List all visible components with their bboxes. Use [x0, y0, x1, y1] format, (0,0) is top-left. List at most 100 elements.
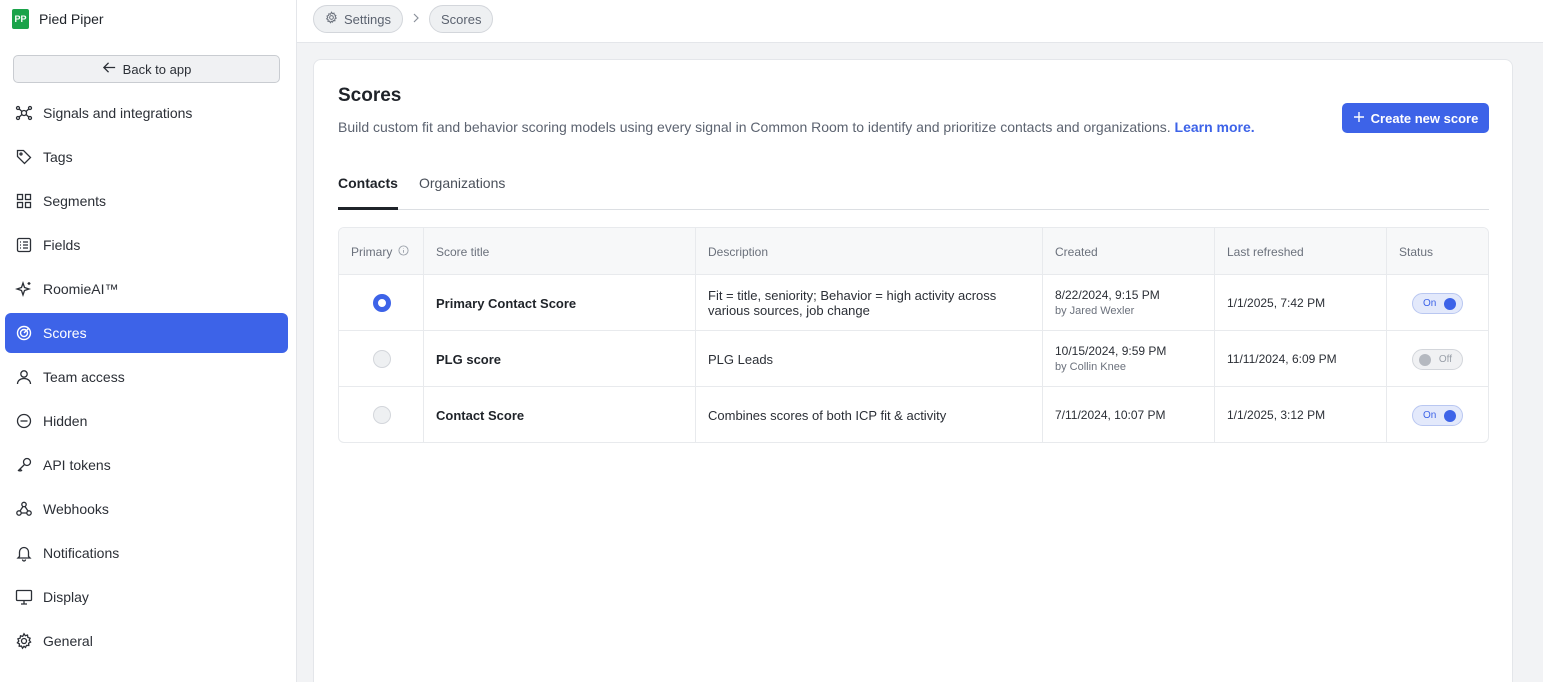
column-primary-label: Primary: [351, 245, 393, 259]
breadcrumb-scores[interactable]: Scores: [429, 5, 494, 33]
sidebar-item-label: RoomieAI™: [43, 281, 119, 297]
page-title: Scores: [338, 85, 402, 106]
hidden-icon: [15, 412, 33, 430]
grid-icon: [15, 192, 33, 210]
table-header: Primary Score title Description Created …: [339, 228, 1488, 275]
signals-icon: [15, 104, 33, 122]
back-to-app-button[interactable]: Back to app: [13, 55, 280, 83]
chevron-right-icon: [410, 11, 422, 25]
sidebar-item-team-access[interactable]: Team access: [5, 357, 288, 397]
info-icon[interactable]: [398, 245, 409, 259]
sidebar-item-notifications[interactable]: Notifications: [5, 533, 288, 573]
status-toggle[interactable]: Off: [1412, 349, 1463, 370]
gear-icon: [325, 11, 338, 27]
status-toggle-label: On: [1423, 298, 1437, 309]
column-description: Description: [708, 245, 769, 259]
created-cell: 8/22/2024, 9:15 PM by Jared Wexler: [1055, 288, 1160, 317]
sidebar-item-api-tokens[interactable]: API tokens: [5, 445, 288, 485]
created-cell: 10/15/2024, 9:59 PM by Collin Knee: [1055, 344, 1166, 373]
sidebar-item-hidden[interactable]: Hidden: [5, 401, 288, 441]
sidebar-item-scores[interactable]: Scores: [5, 313, 288, 353]
sidebar-item-fields[interactable]: Fields: [5, 225, 288, 265]
back-to-app-label: Back to app: [122, 61, 192, 77]
key-icon: [15, 456, 33, 474]
last-refreshed: 11/11/2024, 6:09 PM: [1227, 352, 1337, 366]
sidebar-item-webhooks[interactable]: Webhooks: [5, 489, 288, 529]
score-description: Fit = title, seniority; Behavior = high …: [708, 288, 997, 318]
last-refreshed: 1/1/2025, 3:12 PM: [1227, 408, 1326, 422]
sidebar-item-label: Fields: [43, 237, 81, 253]
table-row[interactable]: PLG score PLG Leads 10/15/2024, 9:59 PM …: [339, 331, 1488, 387]
score-description: Combines scores of both ICP fit & activi…: [708, 408, 947, 423]
sidebar-item-label: Signals and integrations: [43, 105, 193, 121]
toggle-knob: [1444, 298, 1456, 310]
sidebar-item-label: API tokens: [43, 457, 111, 473]
create-button-label: Create new score: [1370, 110, 1479, 126]
tab-contacts[interactable]: Contacts: [338, 175, 398, 210]
created-date: 7/11/2024, 10:07 PM: [1055, 408, 1166, 422]
sidebar-item-label: Segments: [43, 193, 107, 209]
status-toggle-label: On: [1423, 410, 1437, 421]
sidebar-item-segments[interactable]: Segments: [5, 181, 288, 221]
sidebar-item-general[interactable]: General: [5, 621, 288, 661]
sidebar-item-label: General: [43, 633, 93, 649]
bell-icon: [15, 544, 33, 562]
sidebar-item-label: Tags: [43, 149, 73, 165]
breadcrumb-settings-label: Settings: [344, 11, 391, 27]
sidebar-item-label: Team access: [43, 369, 125, 385]
brand-logo: PP: [12, 9, 29, 29]
sidebar-item-label: Display: [43, 589, 89, 605]
breadcrumb-scores-label: Scores: [441, 11, 482, 27]
created-by: by Collin Knee: [1055, 361, 1126, 373]
toggle-knob: [1444, 410, 1456, 422]
scores-table: Primary Score title Description Created …: [338, 227, 1489, 443]
score-title: PLG score: [436, 352, 502, 367]
table-row[interactable]: Contact Score Combines scores of both IC…: [339, 387, 1488, 442]
brand[interactable]: PP Pied Piper: [12, 8, 104, 30]
table-row[interactable]: Primary Contact Score Fit = title, senio…: [339, 275, 1488, 331]
monitor-icon: [15, 588, 33, 606]
sidebar-item-tags[interactable]: Tags: [5, 137, 288, 177]
score-description: PLG Leads: [708, 352, 774, 367]
fields-icon: [15, 236, 33, 254]
primary-radio[interactable]: [373, 294, 391, 312]
last-refreshed: 1/1/2025, 7:42 PM: [1227, 296, 1326, 310]
sidebar-item-label: Hidden: [43, 413, 88, 429]
brand-name: Pied Piper: [39, 11, 104, 27]
status-toggle[interactable]: On: [1412, 293, 1463, 314]
sidebar-item-display[interactable]: Display: [5, 577, 288, 617]
page-subtitle: Build custom fit and behavior scoring mo…: [338, 119, 1255, 135]
score-title: Primary Contact Score: [436, 296, 577, 311]
column-last-refreshed: Last refreshed: [1227, 245, 1304, 259]
learn-more-link[interactable]: Learn more.: [1175, 119, 1255, 135]
user-icon: [15, 368, 33, 386]
primary-radio[interactable]: [373, 406, 391, 424]
webhook-icon: [15, 500, 33, 518]
sidebar-item-label: Webhooks: [43, 501, 109, 517]
create-new-score-button[interactable]: Create new score: [1342, 103, 1489, 133]
status-toggle[interactable]: On: [1412, 405, 1463, 426]
toggle-knob: [1419, 354, 1431, 366]
sidebar-item-roomieai[interactable]: RoomieAI™: [5, 269, 288, 309]
created-date: 8/22/2024, 9:15 PM: [1055, 288, 1160, 302]
column-primary: Primary: [351, 245, 409, 259]
arrow-left-icon: [102, 60, 117, 78]
scores-icon: [15, 324, 33, 342]
scores-card: Scores Build custom fit and behavior sco…: [313, 59, 1513, 682]
sidebar-item-label: Notifications: [43, 545, 120, 561]
column-score-title: Score title: [436, 245, 490, 259]
sidebar-item-signals[interactable]: Signals and integrations: [5, 93, 288, 133]
breadcrumb-settings[interactable]: Settings: [313, 5, 403, 33]
column-status: Status: [1399, 245, 1434, 259]
tab-organizations[interactable]: Organizations: [419, 175, 505, 210]
sidebar: PP Pied Piper Back to app Signals and in…: [0, 0, 297, 682]
settings-nav: Signals and integrations Tags Segments F…: [5, 93, 288, 665]
column-created: Created: [1055, 245, 1098, 259]
topbar: Settings Scores: [297, 0, 1543, 43]
sidebar-item-label: Scores: [43, 325, 87, 341]
primary-radio[interactable]: [373, 350, 391, 368]
score-title: Contact Score: [436, 408, 525, 423]
plus-icon: [1353, 111, 1365, 126]
created-by: by Jared Wexler: [1055, 305, 1135, 317]
tag-icon: [15, 148, 33, 166]
